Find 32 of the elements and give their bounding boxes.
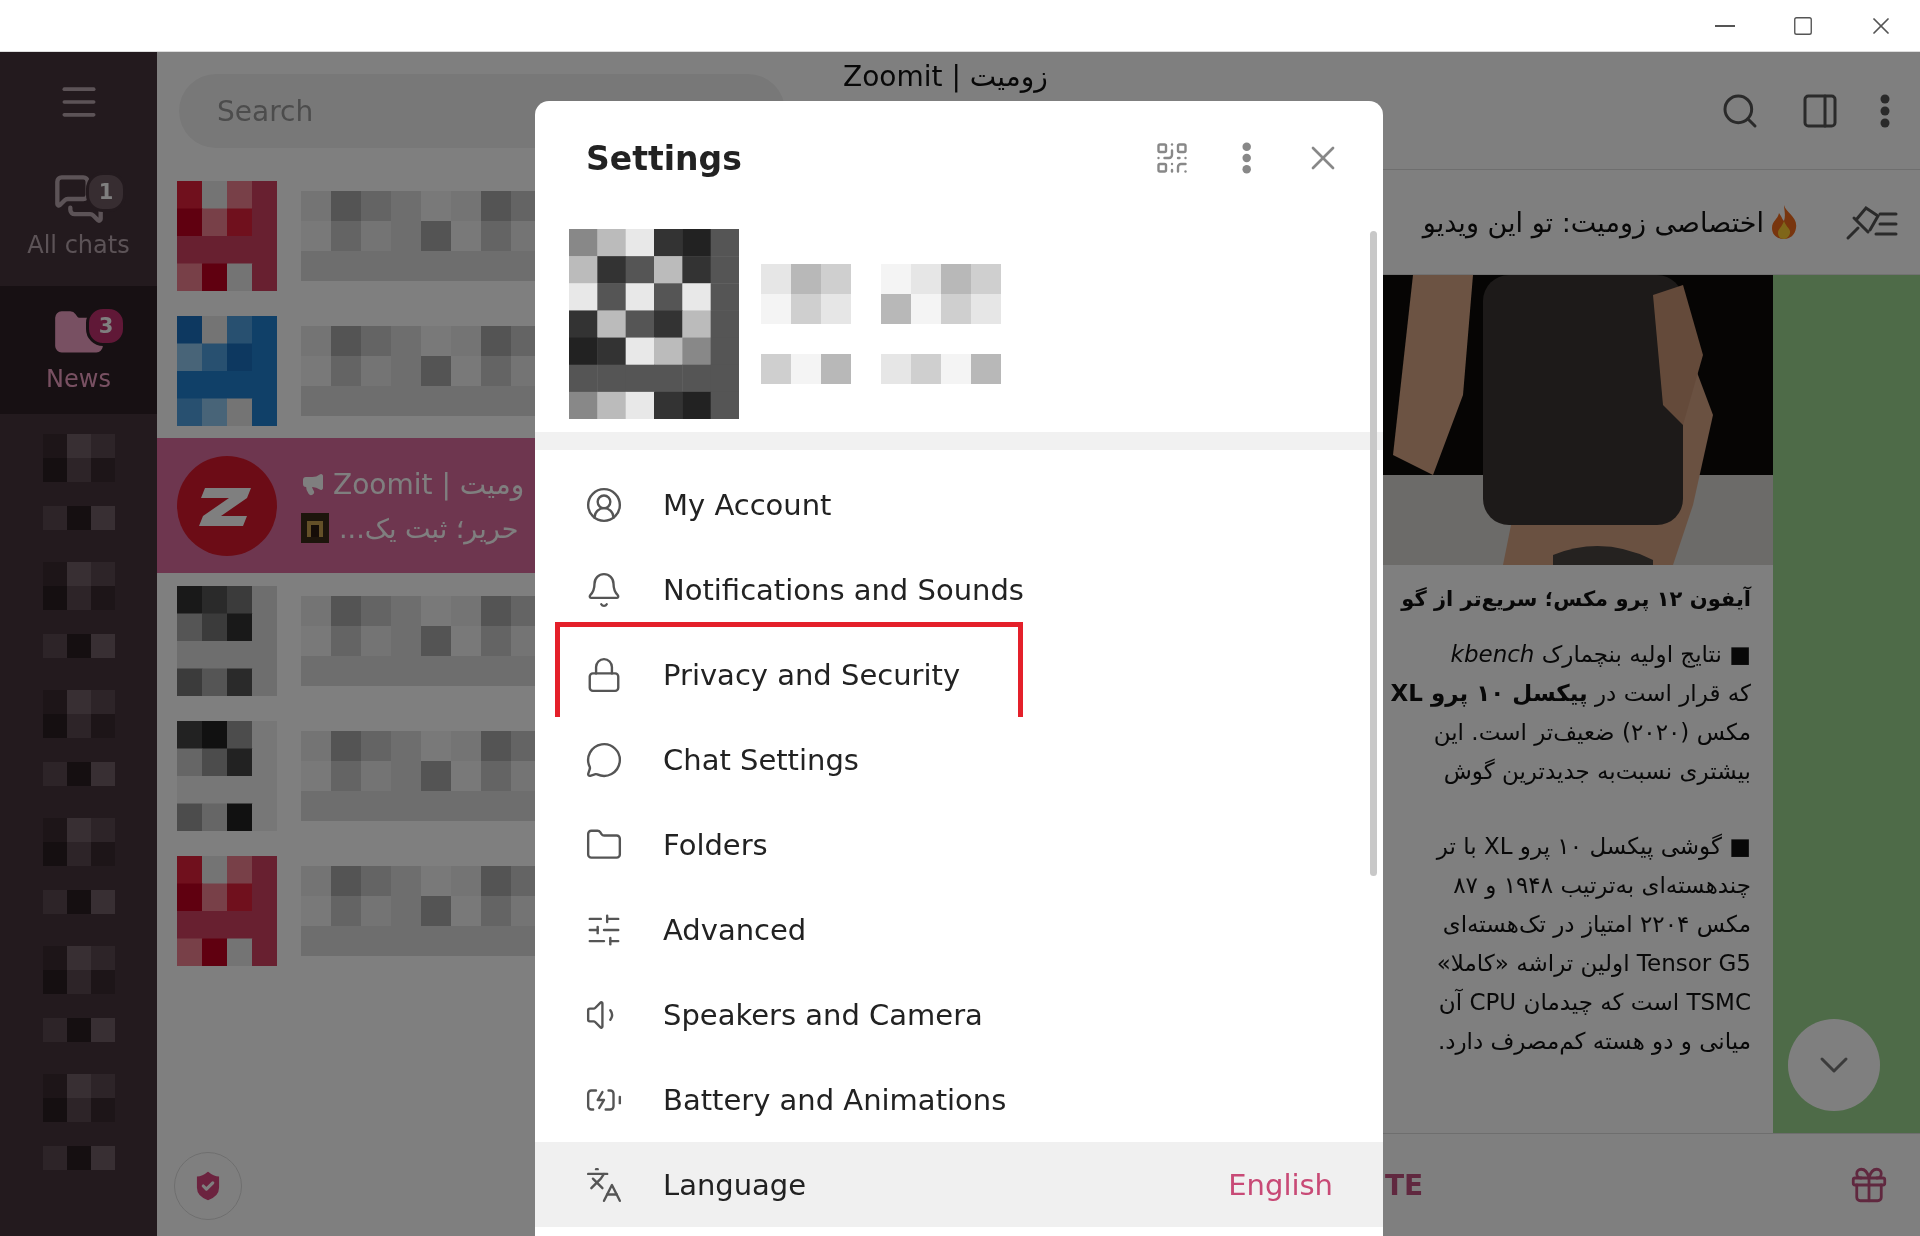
message-text: Tensor G5 اولین تراشه «کاملا» (1436, 949, 1751, 979)
message-text: که قرار است در پیکسل ۱۰ پرو XL (1390, 679, 1751, 709)
translate-icon (585, 1165, 623, 1204)
message-text: TSMC است که چیدمان CPU آن (1438, 987, 1751, 1017)
chat-title: Zoomit | زومیت (843, 60, 1048, 93)
folder-label: News (46, 365, 111, 393)
maximize-icon (1792, 14, 1814, 37)
more-button[interactable] (1241, 142, 1251, 174)
message-text: ■ گوشی پیکسل ۱۰ پرو XL با تر (1436, 832, 1751, 862)
user-circle-icon (585, 485, 623, 524)
scrollbar[interactable] (1370, 231, 1377, 876)
message-preview: حریر؛ ثبت یک... (339, 512, 519, 544)
folder-label: All chats (27, 231, 130, 259)
more-icon (1241, 142, 1251, 174)
settings-item[interactable]: Language English (535, 1142, 1383, 1227)
message-title: آیفون ۱۲ پرو مکس؛ سریع‌تر از گو (1401, 587, 1751, 611)
channel-logo-icon (177, 455, 277, 556)
unread-badge: 3 (86, 306, 126, 346)
speech-bubble-icon (585, 740, 623, 779)
more-icon (1880, 93, 1890, 128)
chat-name: Zoomit | ومیت (301, 467, 525, 501)
message-text: چندهسته‌ای به‌ترتیب ۱۹۴۸ و ۸۷ (1453, 871, 1751, 901)
fire-icon (1770, 205, 1798, 239)
message-text: مکس ۲۲۰۴ امتیاز در تک‌هسته‌ای (1442, 910, 1751, 940)
message-text: میانی و دو هسته کم‌مصرف دارد. (1437, 1027, 1751, 1057)
message-text: بیشتری نسبت‌به جدیدترین گوش (1443, 757, 1751, 787)
megaphone-icon (301, 472, 325, 496)
minimize-icon (1715, 24, 1735, 27)
more-button[interactable] (1880, 93, 1890, 128)
unread-badge: 1 (86, 172, 126, 212)
pinned-message[interactable]: اختصاصی زومیت: تو این ویدیو (1422, 206, 1764, 238)
message-text: مکس (۲۰۲۰) ضعیف‌تر است. این (1433, 718, 1751, 748)
